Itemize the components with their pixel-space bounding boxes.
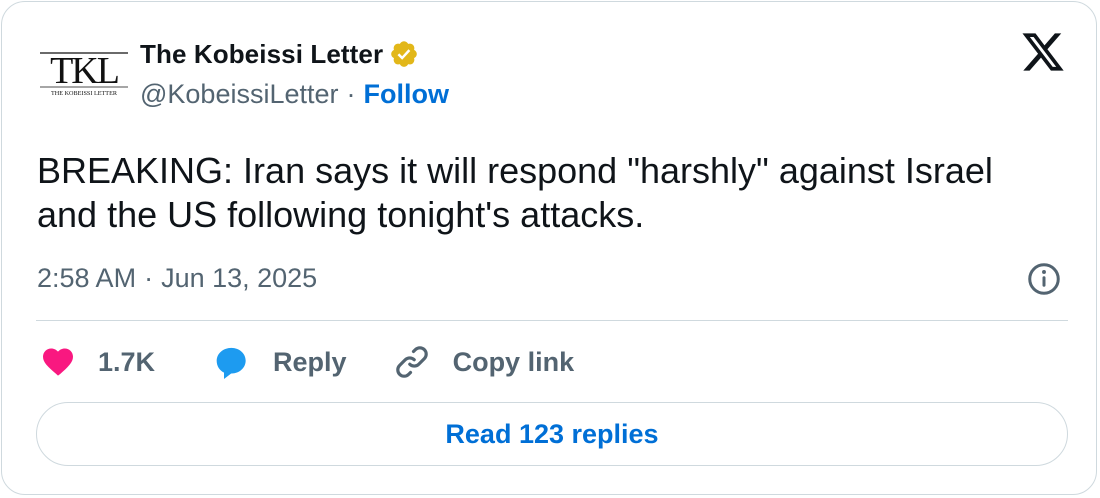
handle-separator: ·: [346, 78, 356, 109]
read-replies-button[interactable]: Read 123 replies: [36, 402, 1068, 466]
link-icon: [395, 346, 428, 378]
avatar-subtitle: THE KOBEISSI LETTER: [51, 90, 118, 97]
display-name[interactable]: The Kobeissi Letter: [140, 39, 383, 70]
follow-button[interactable]: Follow: [364, 79, 449, 110]
tweet-meta: 2:58 AM · Jun 13, 2025: [37, 260, 317, 296]
display-name-row: The Kobeissi Letter: [140, 36, 419, 72]
tweet-date[interactable]: Jun 13, 2025: [161, 263, 317, 294]
tweet-text: BREAKING: Iran says it will respond "har…: [37, 150, 993, 235]
tweet-time[interactable]: 2:58 AM: [37, 263, 136, 294]
info-icon[interactable]: [1026, 261, 1062, 297]
divider: [36, 320, 1068, 321]
copy-link-button[interactable]: Copy link: [393, 343, 575, 381]
reply-bubble-icon: [216, 347, 246, 379]
meta-separator: ·: [144, 262, 154, 293]
likes-count: 1.7K: [98, 346, 156, 377]
copy-link-label: Copy link: [452, 346, 575, 377]
verified-badge-icon: [391, 41, 417, 67]
avatar-monogram: TKL: [50, 50, 118, 92]
like-button[interactable]: 1.7K: [40, 344, 155, 380]
handle-row: @KobeissiLetter · Follow: [140, 76, 449, 112]
user-handle[interactable]: @KobeissiLetter: [140, 79, 339, 110]
action-bar: 1.7K Reply Copy link: [40, 340, 574, 384]
reply-button[interactable]: Reply: [211, 342, 347, 382]
tweet-card: TKL THE KOBEISSI LETTER The Kobeissi Let…: [1, 1, 1097, 495]
avatar-logo: TKL THE KOBEISSI LETTER: [40, 50, 128, 97]
heart-icon: [43, 348, 73, 376]
x-logo-icon[interactable]: [1020, 32, 1066, 74]
avatar[interactable]: TKL THE KOBEISSI LETTER: [36, 40, 132, 102]
reply-label: Reply: [273, 346, 347, 377]
